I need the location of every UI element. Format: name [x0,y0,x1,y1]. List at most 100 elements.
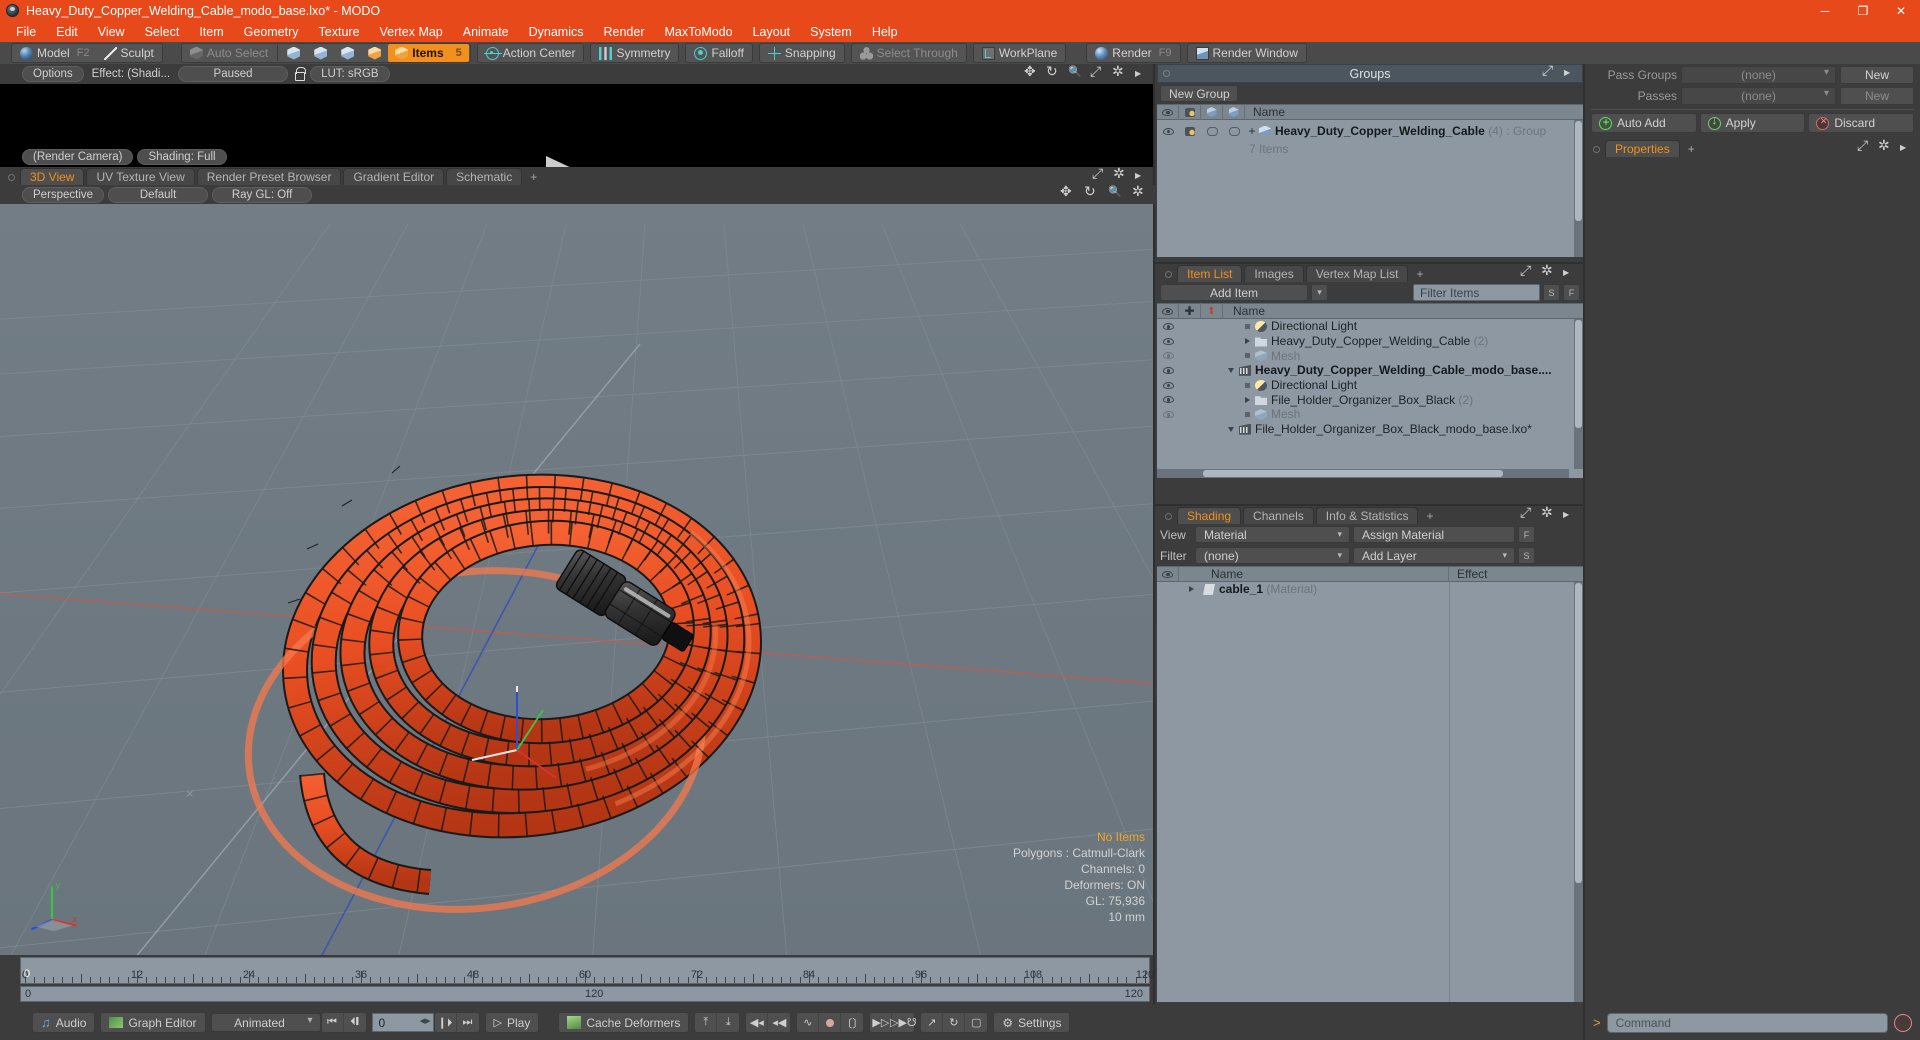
gear-icon[interactable] [1878,142,1891,155]
preview-options-button[interactable]: Options [22,66,84,82]
row-eye-toggle[interactable] [1157,128,1179,135]
expand-icon[interactable] [1520,509,1533,522]
material-row[interactable]: cable_1 (Material) [1157,582,1583,597]
play-button[interactable]: ▷ Play [485,1012,540,1033]
chevron-right-icon[interactable] [1899,142,1912,155]
row-wire-toggle[interactable] [1201,127,1223,136]
tab-uv-texture-view[interactable]: UV Texture View [86,168,194,185]
pan-icon[interactable] [1024,68,1037,81]
material-mode-button[interactable] [361,44,388,62]
current-frame-input[interactable]: 0 [372,1013,434,1032]
item-list-body[interactable]: Directional LightHeavy_Duty_Copper_Weldi… [1157,319,1583,478]
record-circle-icon[interactable] [1894,1014,1912,1032]
filter-s-button[interactable]: S [1543,284,1560,301]
gear-icon[interactable] [1541,267,1554,280]
material-expander[interactable] [1179,586,1203,592]
auto-add-button[interactable]: Auto Add [1591,113,1697,133]
items-mode-button[interactable]: Items 5 [388,44,468,62]
chevron-right-icon[interactable] [1562,509,1575,522]
close-button[interactable]: ✕ [1882,0,1920,21]
group-row[interactable]: + Heavy_Duty_Copper_Welding_Cable (4) : … [1157,120,1583,142]
item-list-row[interactable]: Heavy_Duty_Copper_Welding_Cable_modo_bas… [1157,363,1583,378]
add-item-dropdown-caret[interactable]: ▾ [1311,284,1328,301]
dot-key-icon[interactable] [819,1013,841,1032]
menu-geometry[interactable]: Geometry [234,21,309,42]
menu-item[interactable]: Item [189,21,233,42]
groups-vscrollbar[interactable] [1574,120,1583,257]
item-list-row[interactable]: Mesh [1157,407,1583,422]
add-item-button[interactable]: Add Item [1160,284,1308,301]
tab-add-button[interactable]: + [1682,140,1701,157]
curve-key-icon[interactable]: ∿ [797,1013,819,1032]
workplane-button[interactable]: WorkPlane [975,44,1064,62]
menu-select[interactable]: Select [135,21,190,42]
symmetry-button[interactable]: Symmetry [592,44,677,62]
tab-add-button[interactable]: + [524,168,543,185]
tab-info-and-statistics[interactable]: Info & Statistics [1316,507,1419,524]
key-next-icon[interactable]: ◂◀ [768,1013,790,1032]
zoom-icon[interactable] [1068,68,1081,81]
gear-icon[interactable] [1541,509,1554,522]
chevron-right-icon[interactable] [1563,67,1576,80]
col-shade-icon[interactable] [1179,104,1201,120]
go-to-end-button[interactable]: ⏭ [457,1013,479,1032]
panel-menu-dot[interactable] [1163,70,1170,77]
key-up-icon[interactable]: ⤒ [695,1013,717,1032]
jump-end-icon[interactable]: ▷▶☋ [892,1013,914,1032]
mode-model-button[interactable]: Model F2 [13,44,97,62]
pass-groups-dropdown[interactable]: (none) [1681,66,1836,84]
menu-maxtomodo[interactable]: MaxToModo [655,21,743,42]
new-group-button[interactable]: New Group [1160,85,1238,102]
properties-panel-body[interactable] [1585,174,1920,1005]
menu-file[interactable]: File [6,21,46,42]
shading-list-body[interactable]: cable_1 (Material) [1157,582,1583,1002]
row-expander[interactable] [1223,427,1239,432]
command-input[interactable]: Command [1607,1013,1888,1033]
pass-groups-new-button[interactable]: New [1840,66,1914,84]
action-center-button[interactable]: Action Center [479,44,583,62]
pan-icon[interactable] [1060,188,1073,201]
panel-menu-dot[interactable] [8,174,15,181]
rotate-icon[interactable] [1046,68,1059,81]
panel-menu-dot[interactable] [1593,146,1600,153]
graph-editor-button[interactable]: Graph Editor [100,1012,205,1033]
menu-render[interactable]: Render [594,21,655,42]
timeline-playhead[interactable]: 0 [24,968,30,980]
view-material-dropdown[interactable]: Material ▾ [1195,526,1350,543]
row-shade-toggle[interactable] [1179,127,1201,136]
item-list-row[interactable]: Mesh [1157,348,1583,363]
item-list-row[interactable]: File_Holder_Organizer_Box_Black (2) [1157,392,1583,407]
item-list-row[interactable]: Directional Light [1157,319,1583,334]
panel-menu-dot[interactable] [1165,513,1172,520]
timeline-ruler[interactable]: 012243648607284961081200 [20,957,1150,984]
col-eye-icon[interactable] [1157,303,1179,319]
item-list-row[interactable]: File_Holder_Organizer_Box_Black_modo_bas… [1157,422,1583,437]
menu-dynamics[interactable]: Dynamics [519,21,594,42]
unlocked-padlock-icon[interactable] [292,67,306,81]
row-expander[interactable] [1239,338,1255,344]
viewport-shading-preset-button[interactable]: Default [108,187,208,203]
item-list-row[interactable]: Directional Light [1157,378,1583,393]
mode-sculpt-button[interactable]: Sculpt [97,44,161,62]
preview-lut-button[interactable]: LUT: sRGB [310,66,390,82]
select-through-button[interactable]: Select Through [853,44,965,62]
preview-paused-button[interactable]: Paused [178,66,288,82]
row-poly-toggle[interactable] [1223,127,1245,136]
row-eye-toggle[interactable] [1157,382,1179,389]
tab-channels[interactable]: Channels [1243,507,1314,524]
filter-items-input[interactable]: Filter Items [1413,284,1540,301]
snapping-button[interactable]: Snapping [761,44,843,62]
bracket-key-icon[interactable]: 〔〕 [841,1013,863,1032]
axis-orientation-widget[interactable]: y x [24,877,80,933]
viewport-3d[interactable]: Perspective Default Ray GL: Off [0,185,1155,955]
col-move-icon[interactable]: ✚ [1179,303,1201,319]
viewport-perspective-button[interactable]: Perspective [22,187,104,203]
item-list-hscrollbar[interactable] [1157,469,1569,478]
rotate-icon[interactable] [1084,188,1097,201]
discard-button[interactable]: Discard [1808,113,1914,133]
expand-icon[interactable] [1857,142,1870,155]
key-prev-icon[interactable]: ◀◂ [746,1013,768,1032]
row-expander[interactable] [1239,397,1255,403]
row-eye-toggle[interactable] [1157,411,1179,418]
row-expander[interactable] [1223,368,1239,373]
